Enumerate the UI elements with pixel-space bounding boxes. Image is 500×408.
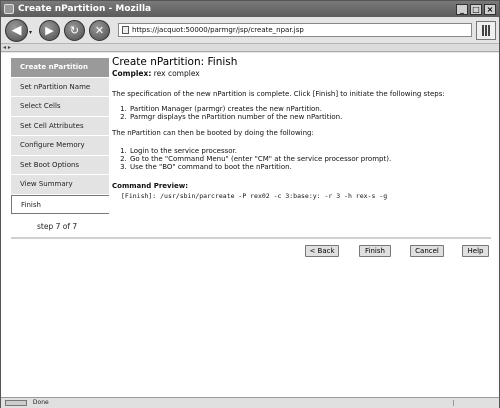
list-item: Partition Manager (parmgr) creates the n… xyxy=(129,105,492,113)
list-item: Login to the service processor. xyxy=(129,147,492,155)
finish-button[interactable]: Finish xyxy=(359,245,391,257)
sidebar-item-boot-options[interactable]: Set Boot Options xyxy=(11,155,109,175)
help-button[interactable]: Help xyxy=(462,245,489,257)
status-bar: Done xyxy=(1,398,499,408)
page-title: Create nPartition: Finish xyxy=(112,56,238,68)
list-item: Go to the "Command Menu" (enter "CM" at … xyxy=(129,155,492,163)
sidebar-item-select-cells[interactable]: Select Cells xyxy=(11,97,109,117)
navigation-toolbar: ◀ ▾ ▶ ↻ ✕ https://jacquot:50000/parmgr/j… xyxy=(1,17,499,44)
list-item: Parmgr displays the nPartition number of… xyxy=(129,113,492,121)
sidebar-item-create-npartition: Create nPartition xyxy=(11,58,109,78)
mozilla-app-icon xyxy=(4,4,14,14)
list-item: Use the "BO" command to boot the nPartit… xyxy=(129,163,492,171)
status-text: Done xyxy=(32,399,49,406)
create-steps-list: Partition Manager (parmgr) creates the n… xyxy=(112,105,492,121)
tab-strip: ◂ ▸ xyxy=(1,44,499,52)
cancel-button[interactable]: Cancel xyxy=(410,245,444,257)
forward-arrow-icon[interactable]: ▶ xyxy=(39,20,60,41)
boot-intro-text: The nPartition can then be booted by doi… xyxy=(112,129,314,137)
sidebar-item-set-name[interactable]: Set nPartition Name xyxy=(11,77,109,97)
stop-icon[interactable]: ✕ xyxy=(89,20,110,41)
page-content: Create nPartition Set nPartition Name Se… xyxy=(1,53,499,398)
title-bar: Create nPartition - Mozilla _ □ × xyxy=(1,1,499,17)
boot-steps-list: Login to the service processor. Go to th… xyxy=(112,147,492,171)
url-text: https://jacquot:50000/parmgr/jsp/create_… xyxy=(132,26,304,34)
window-title: Create nPartition - Mozilla xyxy=(18,4,152,14)
page-icon xyxy=(122,26,129,34)
sidebar-item-view-summary[interactable]: View Summary xyxy=(11,175,109,195)
sidebar-item-cell-attributes[interactable]: Set Cell Attributes xyxy=(11,116,109,136)
reload-icon[interactable]: ↻ xyxy=(64,20,85,41)
command-preview-text: [Finish]: /usr/sbin/parcreate -P rex02 -… xyxy=(121,192,388,200)
sidebar-item-configure-memory[interactable]: Configure Memory xyxy=(11,136,109,156)
complex-line: Complex: rex complex xyxy=(112,69,492,78)
mozilla-throbber-icon[interactable] xyxy=(476,21,496,40)
close-window-button[interactable]: × xyxy=(484,3,496,15)
minimize-button[interactable]: _ xyxy=(456,3,468,15)
step-indicator: step 7 of 7 xyxy=(37,222,78,231)
security-lock-icon[interactable] xyxy=(453,400,493,406)
back-arrow-icon[interactable]: ◀ xyxy=(5,19,28,42)
complex-value: rex complex xyxy=(153,69,200,78)
back-button[interactable]: < Back xyxy=(305,245,339,257)
browser-window: Create nPartition - Mozilla _ □ × ◀ ▾ ▶ … xyxy=(0,0,500,408)
command-preview-label: Command Preview: xyxy=(112,182,188,190)
wizard-sidebar: Create nPartition Set nPartition Name Se… xyxy=(11,58,109,231)
maximize-button[interactable]: □ xyxy=(470,3,482,15)
tab-scroll-arrows-icon[interactable]: ◂ ▸ xyxy=(3,44,11,51)
sidebar-item-finish[interactable]: Finish xyxy=(11,194,109,214)
url-field[interactable]: https://jacquot:50000/parmgr/jsp/create_… xyxy=(118,23,472,37)
intro-text: The specification of the new nPartition … xyxy=(112,90,445,98)
complex-label: Complex: xyxy=(112,69,152,78)
status-progress-icon xyxy=(5,399,27,406)
back-dropdown-icon[interactable]: ▾ xyxy=(29,29,32,36)
divider xyxy=(11,237,491,239)
main-panel: Create nPartition: Finish Complex: rex c… xyxy=(112,56,492,200)
